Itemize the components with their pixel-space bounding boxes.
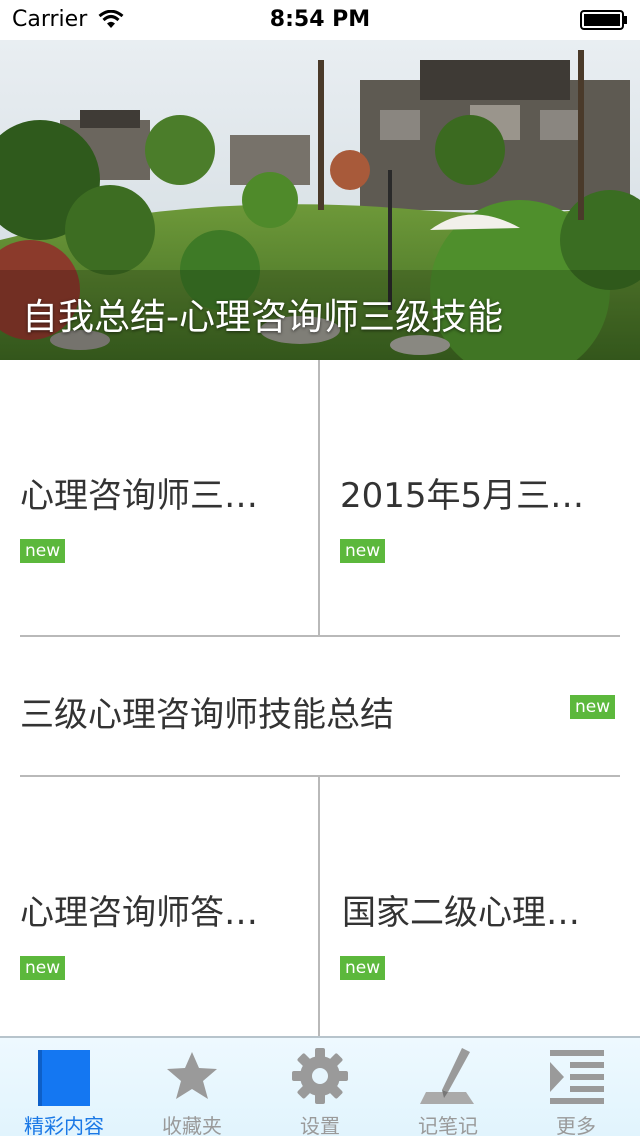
article-title: 国家二级心理… <box>342 893 580 933</box>
clock: 8:54 PM <box>269 7 371 32</box>
tab-label: 精彩内容 <box>24 1114 104 1136</box>
new-badge: new <box>570 695 616 719</box>
hero-banner[interactable]: 自我总结-心理咨询师三级技能 <box>0 40 640 360</box>
tab-label: 更多 <box>556 1114 596 1136</box>
gear-icon <box>290 1046 350 1106</box>
tab-label: 收藏夹 <box>162 1114 222 1136</box>
tab-notes[interactable]: 记笔记 <box>384 1038 512 1136</box>
tab-featured[interactable]: 精彩内容 <box>0 1038 128 1136</box>
tab-label: 设置 <box>300 1114 340 1136</box>
article-title: 2015年5月三… <box>340 476 585 516</box>
battery-icon <box>580 10 628 30</box>
article-title: 三级心理咨询师技能总结 <box>20 695 394 735</box>
article-card[interactable]: 国家二级心理… new <box>320 777 640 1036</box>
tab-settings[interactable]: 设置 <box>256 1038 384 1136</box>
article-card[interactable]: 心理咨询师三… new <box>0 360 318 636</box>
tab-bar: 精彩内容 收藏夹 设置 记笔记 更多 <box>0 1036 640 1136</box>
article-title: 心理咨询师答… <box>20 893 258 933</box>
new-badge: new <box>340 956 386 980</box>
list-icon <box>546 1046 606 1106</box>
status-bar: Carrier 8:54 PM <box>0 0 640 40</box>
tab-more[interactable]: 更多 <box>512 1038 640 1136</box>
hero-title: 自我总结-心理咨询师三级技能 <box>22 297 503 338</box>
tab-favorites[interactable]: 收藏夹 <box>128 1038 256 1136</box>
article-card[interactable]: 2015年5月三… new <box>320 360 640 636</box>
new-badge: new <box>340 539 386 563</box>
article-card[interactable]: 心理咨询师答… new <box>0 777 318 1036</box>
new-badge: new <box>20 956 66 980</box>
new-badge: new <box>20 539 66 563</box>
article-title: 心理咨询师三… <box>20 476 258 516</box>
book-icon <box>34 1046 94 1106</box>
tab-label: 记笔记 <box>418 1114 478 1136</box>
star-icon <box>162 1046 222 1106</box>
pen-icon <box>418 1046 478 1106</box>
article-row[interactable]: 三级心理咨询师技能总结 new <box>0 637 640 775</box>
